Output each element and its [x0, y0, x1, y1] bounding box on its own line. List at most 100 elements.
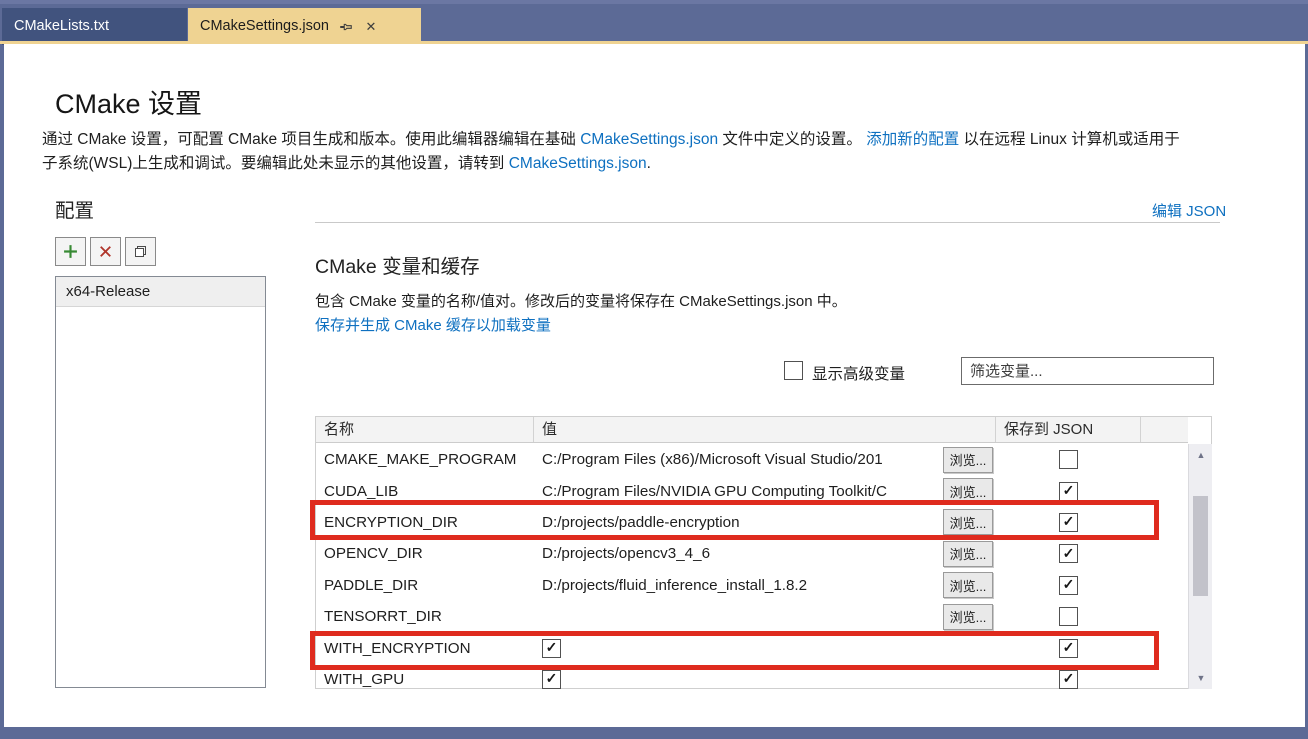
pin-icon[interactable]	[338, 19, 354, 35]
browse-button[interactable]: 浏览...	[943, 604, 993, 630]
delete-x-icon	[99, 245, 112, 258]
tab-label: CMakeSettings.json	[200, 8, 329, 45]
save-to-json-checkbox[interactable]	[1059, 576, 1078, 595]
table-row: WITH_ENCRYPTION	[316, 632, 1188, 663]
table-row: CMAKE_MAKE_PROGRAM C:/Program Files (x86)…	[316, 444, 1188, 475]
save-to-json-checkbox[interactable]	[1059, 513, 1078, 532]
add-configuration-button[interactable]	[55, 237, 86, 266]
save-to-json-cell	[996, 450, 1141, 469]
variable-name: WITH_GPU	[316, 671, 534, 688]
variables-description: 包含 CMake 变量的名称/值对。修改后的变量将保存在 CMakeSettin…	[315, 290, 847, 311]
column-header-name: 名称	[316, 417, 534, 442]
duplicate-icon	[133, 244, 148, 259]
variable-value[interactable]: D:/projects/paddle-encryption	[542, 514, 940, 531]
duplicate-configuration-button[interactable]	[125, 237, 156, 266]
variables-table: 名称 值 保存到 JSON CMAKE_MAKE_PROGRAM C:/Progr…	[315, 416, 1212, 689]
save-to-json-checkbox[interactable]	[1059, 544, 1078, 563]
table-row: WITH_GPU	[316, 664, 1188, 689]
variable-value-cell: D:/projects/paddle-encryption浏览...	[534, 507, 996, 538]
save-to-json-checkbox[interactable]	[1059, 482, 1078, 501]
desc-text: .	[647, 155, 651, 172]
save-to-json-checkbox[interactable]	[1059, 607, 1078, 626]
cmake-settings-editor: CMake 设置 通过 CMake 设置，可配置 CMake 项目生成和版本。使…	[4, 44, 1305, 727]
save-to-json-checkbox[interactable]	[1059, 670, 1078, 689]
configurations-heading: 配置	[55, 194, 94, 223]
variable-name: OPENCV_DIR	[316, 545, 534, 562]
browse-button[interactable]: 浏览...	[943, 541, 993, 567]
show-advanced-label: 显示高级变量	[812, 362, 905, 384]
variable-name: WITH_ENCRYPTION	[316, 640, 534, 657]
table-row: CUDA_LIB C:/Program Files/NVIDIA GPU Comp…	[316, 475, 1188, 506]
variable-name: PADDLE_DIR	[316, 577, 534, 594]
variable-value-cell: C:/Program Files (x86)/Microsoft Visual …	[534, 444, 996, 475]
value-checkbox[interactable]	[542, 639, 561, 658]
variable-value-cell: 浏览...	[534, 601, 996, 632]
desc-text: 以在远程 Linux 计算机或适用于	[959, 131, 1179, 148]
remove-configuration-button[interactable]	[90, 237, 121, 266]
cmakesettings-json-link[interactable]: CMakeSettings.json	[509, 155, 647, 172]
tab-cmakesettings[interactable]: CMakeSettings.json ✕	[188, 8, 421, 45]
desc-text: 子系统(WSL)上生成和调试。要编辑此处未显示的其他设置，请转到	[42, 155, 509, 172]
configuration-list: x64-Release	[55, 276, 266, 688]
column-header-save-to-json: 保存到 JSON	[996, 417, 1141, 442]
table-row: PADDLE_DIR D:/projects/fluid_inference_in…	[316, 570, 1188, 601]
save-to-json-cell	[996, 513, 1141, 532]
variable-value-cell: D:/projects/opencv3_4_6浏览...	[534, 538, 996, 569]
section-divider	[315, 222, 1220, 223]
variable-value-cell	[534, 632, 996, 663]
cmakesettings-json-link[interactable]: CMakeSettings.json	[580, 131, 718, 148]
column-header-extra	[1141, 417, 1188, 442]
variable-name: CMAKE_MAKE_PROGRAM	[316, 451, 534, 468]
close-icon[interactable]: ✕	[363, 19, 379, 35]
table-scrollbar[interactable]: ▲ ▼	[1188, 444, 1212, 689]
scroll-down-icon[interactable]: ▼	[1189, 669, 1213, 687]
variable-value-cell	[534, 664, 996, 689]
filter-variables-input[interactable]	[961, 357, 1214, 385]
variable-value[interactable]: C:/Program Files (x86)/Microsoft Visual …	[542, 451, 940, 468]
browse-button[interactable]: 浏览...	[943, 509, 993, 535]
table-row: TENSORRT_DIR 浏览...	[316, 601, 1188, 632]
column-header-value: 值	[534, 417, 996, 442]
browse-button[interactable]: 浏览...	[943, 447, 993, 473]
table-body: CMAKE_MAKE_PROGRAM C:/Program Files (x86)…	[316, 444, 1188, 689]
variable-value[interactable]: C:/Program Files/NVIDIA GPU Computing To…	[542, 483, 940, 500]
browse-button[interactable]: 浏览...	[943, 572, 993, 598]
save-to-json-cell	[996, 670, 1141, 689]
configuration-list-item[interactable]: x64-Release	[56, 277, 265, 307]
edit-json-link[interactable]: 编辑 JSON	[1152, 200, 1226, 221]
table-row: OPENCV_DIRD:/projects/opencv3_4_6浏览...	[316, 538, 1188, 569]
save-and-generate-link[interactable]: 保存并生成 CMake 缓存以加载变量	[315, 314, 551, 335]
show-advanced-checkbox[interactable]	[784, 361, 803, 380]
save-to-json-checkbox[interactable]	[1059, 639, 1078, 658]
save-to-json-cell	[996, 576, 1141, 595]
desc-text: 文件中定义的设置。	[718, 131, 866, 148]
configuration-toolbar	[55, 237, 156, 266]
save-to-json-checkbox[interactable]	[1059, 450, 1078, 469]
table-header-row: 名称 值 保存到 JSON	[316, 417, 1188, 443]
save-to-json-cell	[996, 607, 1141, 626]
add-new-configuration-link[interactable]: 添加新的配置	[866, 131, 959, 148]
variables-heading: CMake 变量和缓存	[315, 250, 480, 279]
scroll-up-icon[interactable]: ▲	[1189, 446, 1213, 464]
save-to-json-cell	[996, 544, 1141, 563]
variable-name: TENSORRT_DIR	[316, 608, 534, 625]
variable-name: ENCRYPTION_DIR	[316, 514, 534, 531]
page-description-line2: 子系统(WSL)上生成和调试。要编辑此处未显示的其他设置，请转到 CMakeSe…	[42, 152, 1304, 175]
editor-tab-bar: CMakeLists.txt CMakeSettings.json ✕	[0, 0, 1308, 41]
desc-text: 通过 CMake 设置，可配置 CMake 项目生成和版本。使用此编辑器编辑在基…	[42, 131, 580, 148]
variable-value[interactable]: D:/projects/fluid_inference_install_1.8.…	[542, 577, 940, 594]
page-description-line1: 通过 CMake 设置，可配置 CMake 项目生成和版本。使用此编辑器编辑在基…	[42, 128, 1304, 151]
page-title: CMake 设置	[55, 82, 202, 121]
browse-button[interactable]: 浏览...	[943, 478, 993, 504]
tab-cmakelists[interactable]: CMakeLists.txt	[2, 8, 187, 45]
save-to-json-cell	[996, 639, 1141, 658]
variable-value-cell: D:/projects/fluid_inference_install_1.8.…	[534, 570, 996, 601]
scrollbar-thumb[interactable]	[1193, 496, 1208, 596]
save-to-json-cell	[996, 482, 1141, 501]
variable-name: CUDA_LIB	[316, 483, 534, 500]
value-checkbox[interactable]	[542, 670, 561, 689]
plus-icon	[63, 244, 78, 259]
variable-value[interactable]: D:/projects/opencv3_4_6	[542, 545, 940, 562]
table-row: ENCRYPTION_DIRD:/projects/paddle-encrypt…	[316, 507, 1188, 538]
variable-value-cell: C:/Program Files/NVIDIA GPU Computing To…	[534, 475, 996, 506]
